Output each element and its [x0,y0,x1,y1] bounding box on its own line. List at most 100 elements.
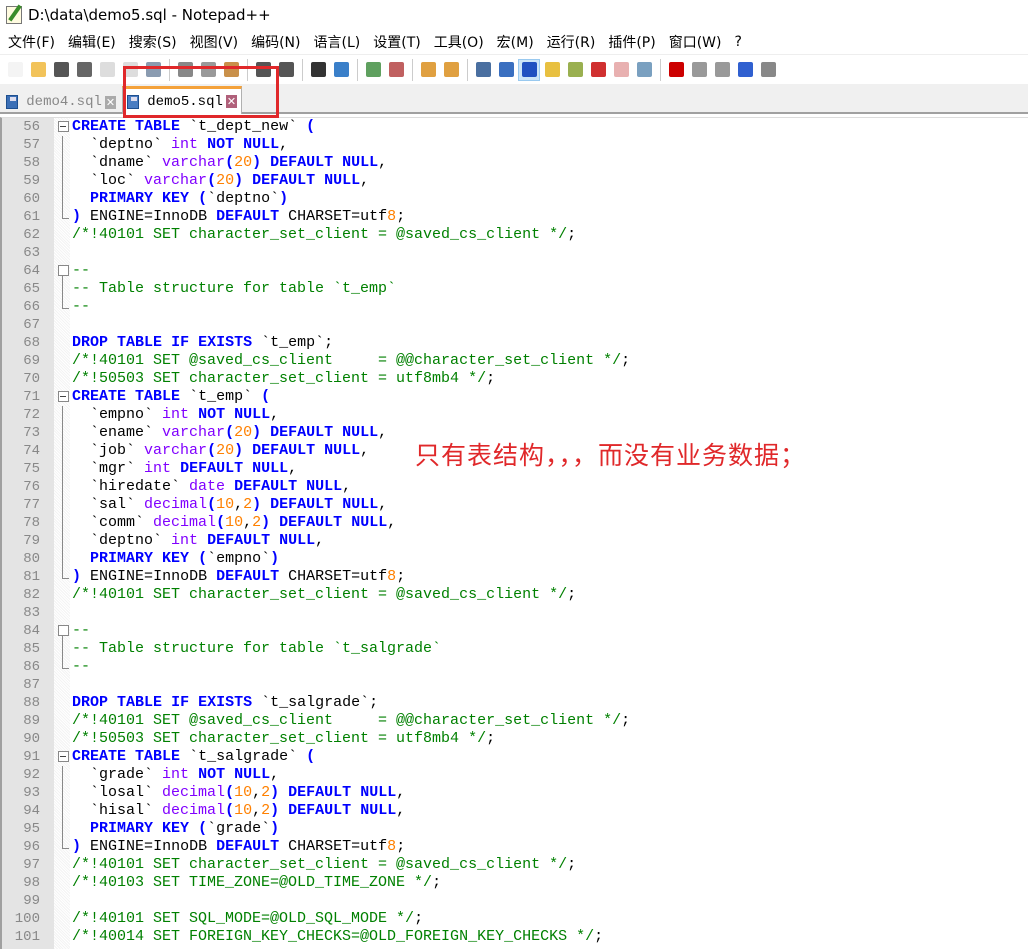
type-token: decimal [162,784,226,801]
code-line: 84 -- [2,622,1028,640]
operator-token: ) [279,190,289,207]
keyword-token: DROP [72,334,109,351]
monitoring-button[interactable] [633,59,655,81]
open-file-button[interactable] [27,59,49,81]
menu-item[interactable]: ? [729,34,748,50]
play-macro-button[interactable] [711,59,733,81]
keyword-token: NOT [207,136,235,153]
comment-token: -- Table structure for table `t_emp` [72,280,397,297]
new-file-button[interactable] [4,59,26,81]
code-line: 71 CREATE TABLE `t_emp` ( [2,388,1028,406]
menu-item[interactable]: 编辑(E) [62,32,122,52]
operator-token: ( [225,784,235,801]
menu-item[interactable]: 文件(F) [2,32,61,52]
number-token: 2 [261,802,271,819]
function-list-button[interactable] [587,59,609,81]
cut-button[interactable] [174,59,196,81]
fold-toggle-icon [55,388,69,406]
comment-token: -- Table structure for table `t_salgrade… [72,640,442,657]
code-text: `losal` decimal(10,2) DEFAULT NULL, [72,784,405,802]
menu-item[interactable]: 运行(R) [541,32,602,52]
code-text: DROP TABLE IF EXISTS `t_emp`; [72,334,333,352]
menu-item[interactable]: 宏(M) [491,32,540,52]
menu-item[interactable]: 插件(P) [602,32,661,52]
type-token: date [189,478,226,495]
zoom-in-button[interactable] [362,59,384,81]
word-wrap-icon [475,62,491,77]
print-button[interactable] [142,59,164,81]
line-number: 64 [23,263,40,279]
plain-token: = [144,838,154,855]
save-button[interactable] [50,59,72,81]
line-number: 56 [23,119,40,135]
type-token: int [162,766,190,783]
folder-workspace-button[interactable] [610,59,632,81]
code-text: ) ENGINE=InnoDB DEFAULT CHARSET=utf8; [72,208,405,226]
number-token: 8 [387,568,397,585]
record-macro-button[interactable] [665,59,687,81]
udl-button[interactable] [541,59,563,81]
indent-guide-button[interactable] [518,58,540,81]
sync-horizontal-button[interactable] [440,59,462,81]
menu-item[interactable]: 设置(T) [367,32,426,52]
operator-token: ( [198,550,208,567]
find-button[interactable] [307,59,329,81]
replace-button[interactable] [330,59,352,81]
sync-vertical-button[interactable] [417,59,439,81]
paste-button[interactable] [220,59,242,81]
fold-toggle-icon [55,262,69,280]
saved-file-icon [6,95,19,109]
tab-demo4[interactable]: demo4.sql ✕ [2,90,120,114]
close-button[interactable] [96,59,118,81]
code-line: 89 /*!40101 SET @saved_cs_client = @@char… [2,712,1028,730]
word-wrap-button[interactable] [472,59,494,81]
undo-button[interactable] [252,59,274,81]
type-token: varchar [162,424,226,441]
code-text: ) ENGINE=InnoDB DEFAULT CHARSET=utf8; [72,568,405,586]
fold-line [55,154,69,172]
redo-button[interactable] [275,59,297,81]
menu-item[interactable]: 窗口(W) [663,32,728,52]
menu-item[interactable]: 编码(N) [245,32,306,52]
close-tab-icon[interactable]: ✕ [225,95,237,108]
tab-demo5-active[interactable]: demo5.sql ✕ [122,86,242,114]
save-all-button[interactable] [73,59,95,81]
run-macro-multiple-button[interactable] [734,59,756,81]
toolbar-separator [467,58,468,81]
menu-item[interactable]: 视图(V) [184,32,245,52]
plain-token: `t_salgrade` [189,748,298,765]
keyword-token: NULL [324,442,361,459]
code-line: 81) ENGINE=InnoDB DEFAULT CHARSET=utf8; [2,568,1028,586]
code-text: `grade` int NOT NULL, [72,766,279,784]
code-line: 69 /*!40101 SET @saved_cs_client = @@char… [2,352,1028,370]
code-line: 99 [2,892,1028,910]
copy-button[interactable] [197,59,219,81]
code-line: 97 /*!40101 SET character_set_client = @s… [2,856,1028,874]
fold-line [55,496,69,514]
close-all-button[interactable] [119,59,141,81]
save-macro-button[interactable] [757,59,779,81]
plain-token: ; [567,856,577,873]
code-text: CREATE TABLE `t_emp` ( [72,388,270,406]
code-text: /*!40101 SET character_set_client = @sav… [72,856,576,874]
code-line: 72 `empno` int NOT NULL, [2,406,1028,424]
stop-record-button[interactable] [688,59,710,81]
close-tab-icon[interactable]: ✕ [104,95,116,109]
zoom-out-button[interactable] [385,59,407,81]
menu-item[interactable]: 搜索(S) [123,32,183,52]
plain-token: , [360,442,370,459]
menu-item[interactable]: 语言(L) [308,32,367,52]
keyword-token: KEY [162,190,190,207]
code-text: `deptno` int DEFAULT NULL, [72,532,324,550]
show-all-chars-button[interactable] [495,59,517,81]
doc-map-button[interactable] [564,59,586,81]
fold-line [55,280,69,298]
code-text: `deptno` int NOT NULL, [72,136,288,154]
menu-item[interactable]: 工具(O) [428,32,490,52]
code-editor[interactable]: 56 CREATE TABLE `t_dept_new` (57 `deptno`… [0,117,1028,949]
